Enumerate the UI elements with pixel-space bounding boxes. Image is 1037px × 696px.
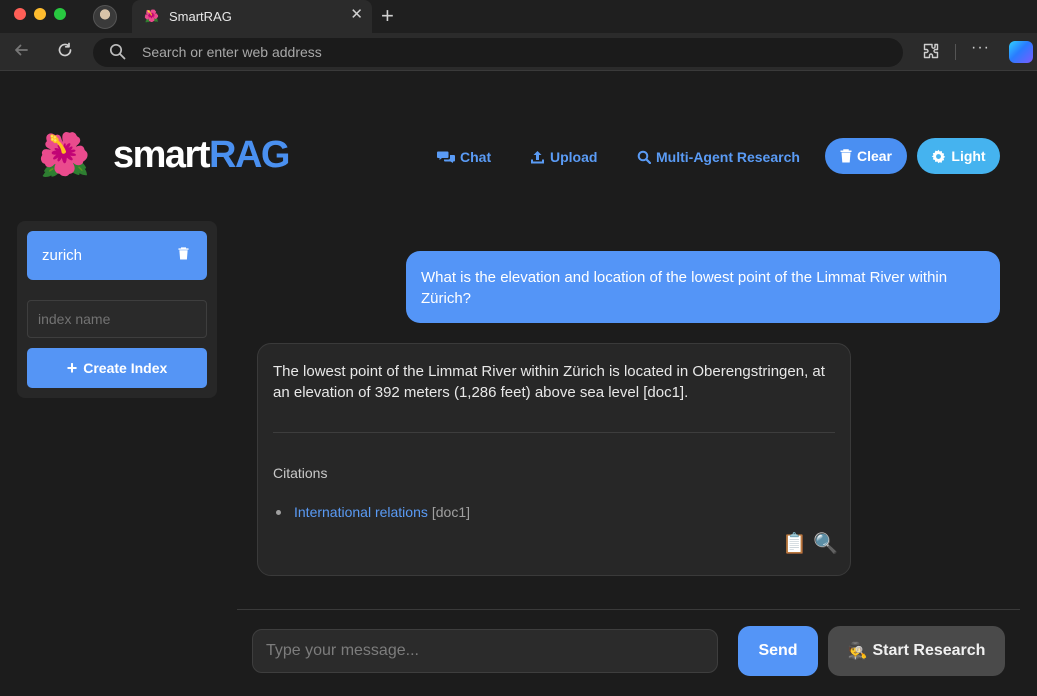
chat-bubbles-icon [437,151,455,163]
start-research-button[interactable]: 🕵️ Start Research [828,626,1005,676]
profile-avatar[interactable] [93,5,117,29]
app-root: 🌺 smartRAG Chat Upload Multi-Agent Resea… [0,72,1037,696]
minimize-window-button[interactable] [34,8,46,20]
clear-button[interactable]: Clear [825,138,907,174]
plus-icon: + [66,358,78,378]
user-message-text: What is the elevation and location of th… [421,269,948,307]
citation-ref: [doc1] [431,504,471,520]
clipboard-icon[interactable]: 📋 [782,533,807,555]
magnifier-icon [637,150,651,164]
nav-research-label: Multi-Agent Research [656,149,800,165]
nav-chat-label: Chat [460,149,492,165]
theme-toggle-button[interactable]: Light [917,138,1000,174]
user-message-bubble: What is the elevation and location of th… [406,251,1000,323]
new-tab-button[interactable]: + [381,4,394,28]
message-divider [273,432,835,433]
upload-icon [531,150,544,163]
gear-icon [932,149,946,163]
tab-favicon-icon: 🌺 [144,9,159,23]
hibiscus-logo-icon: 🌺 [38,131,91,178]
browser-tab[interactable]: 🌺 SmartRAG ✕ [132,0,372,33]
browser-toolbar: Search or enter web address ··· [0,33,1037,71]
assistant-message-text: The lowest point of the Limmat River wit… [273,363,825,401]
trash-icon [840,149,852,163]
index-sidebar: zurich + Create Index [17,221,217,398]
maximize-window-button[interactable] [54,8,66,20]
send-button[interactable]: Send [738,626,818,676]
close-window-button[interactable] [14,8,26,20]
nav-upload-label: Upload [550,149,598,165]
index-name-input[interactable] [27,300,207,338]
copilot-icon[interactable] [1009,41,1033,63]
bullet-icon [276,509,281,515]
tab-close-icon[interactable]: ✕ [350,7,363,23]
app-logo: smartRAG [113,134,290,176]
index-item-label: zurich [42,247,83,264]
logo-rag-text: RAG [209,134,290,176]
browser-tab-bar: 🌺 SmartRAG ✕ + [0,0,1037,33]
theme-label: Light [951,148,986,164]
assistant-message-bubble: The lowest point of the Limmat River wit… [257,343,851,576]
citation-item: International relations [doc1] [276,504,470,520]
delete-index-trash-icon[interactable] [178,247,189,260]
nav-chat[interactable]: Chat [437,148,491,166]
more-menu-icon[interactable]: ··· [971,39,990,57]
tab-title: SmartRAG [169,9,232,24]
reload-icon[interactable] [56,41,74,63]
nav-upload[interactable]: Upload [530,148,597,166]
create-index-label: Create Index [83,360,168,376]
nav-multi-agent-research[interactable]: Multi-Agent Research [637,148,800,166]
start-research-label: Start Research [872,642,986,659]
address-placeholder: Search or enter web address [142,44,322,60]
composer-divider [237,609,1020,610]
extensions-icon[interactable] [922,42,940,60]
message-input[interactable] [252,629,718,673]
logo-smart-text: smart [113,134,211,176]
index-item-zurich[interactable]: zurich [27,231,207,280]
detective-icon: 🕵️ [847,643,868,660]
back-arrow-icon[interactable] [12,41,30,63]
clear-label: Clear [856,148,893,164]
citations-heading: Citations [273,465,328,481]
inspect-magnifier-icon[interactable]: 🔍 [813,533,838,555]
create-index-button[interactable]: + Create Index [27,348,207,388]
address-bar[interactable]: Search or enter web address [93,38,903,67]
citation-link[interactable]: International relations [294,504,428,520]
search-icon [109,43,126,60]
send-label: Send [758,642,798,659]
toolbar-separator [955,44,956,60]
